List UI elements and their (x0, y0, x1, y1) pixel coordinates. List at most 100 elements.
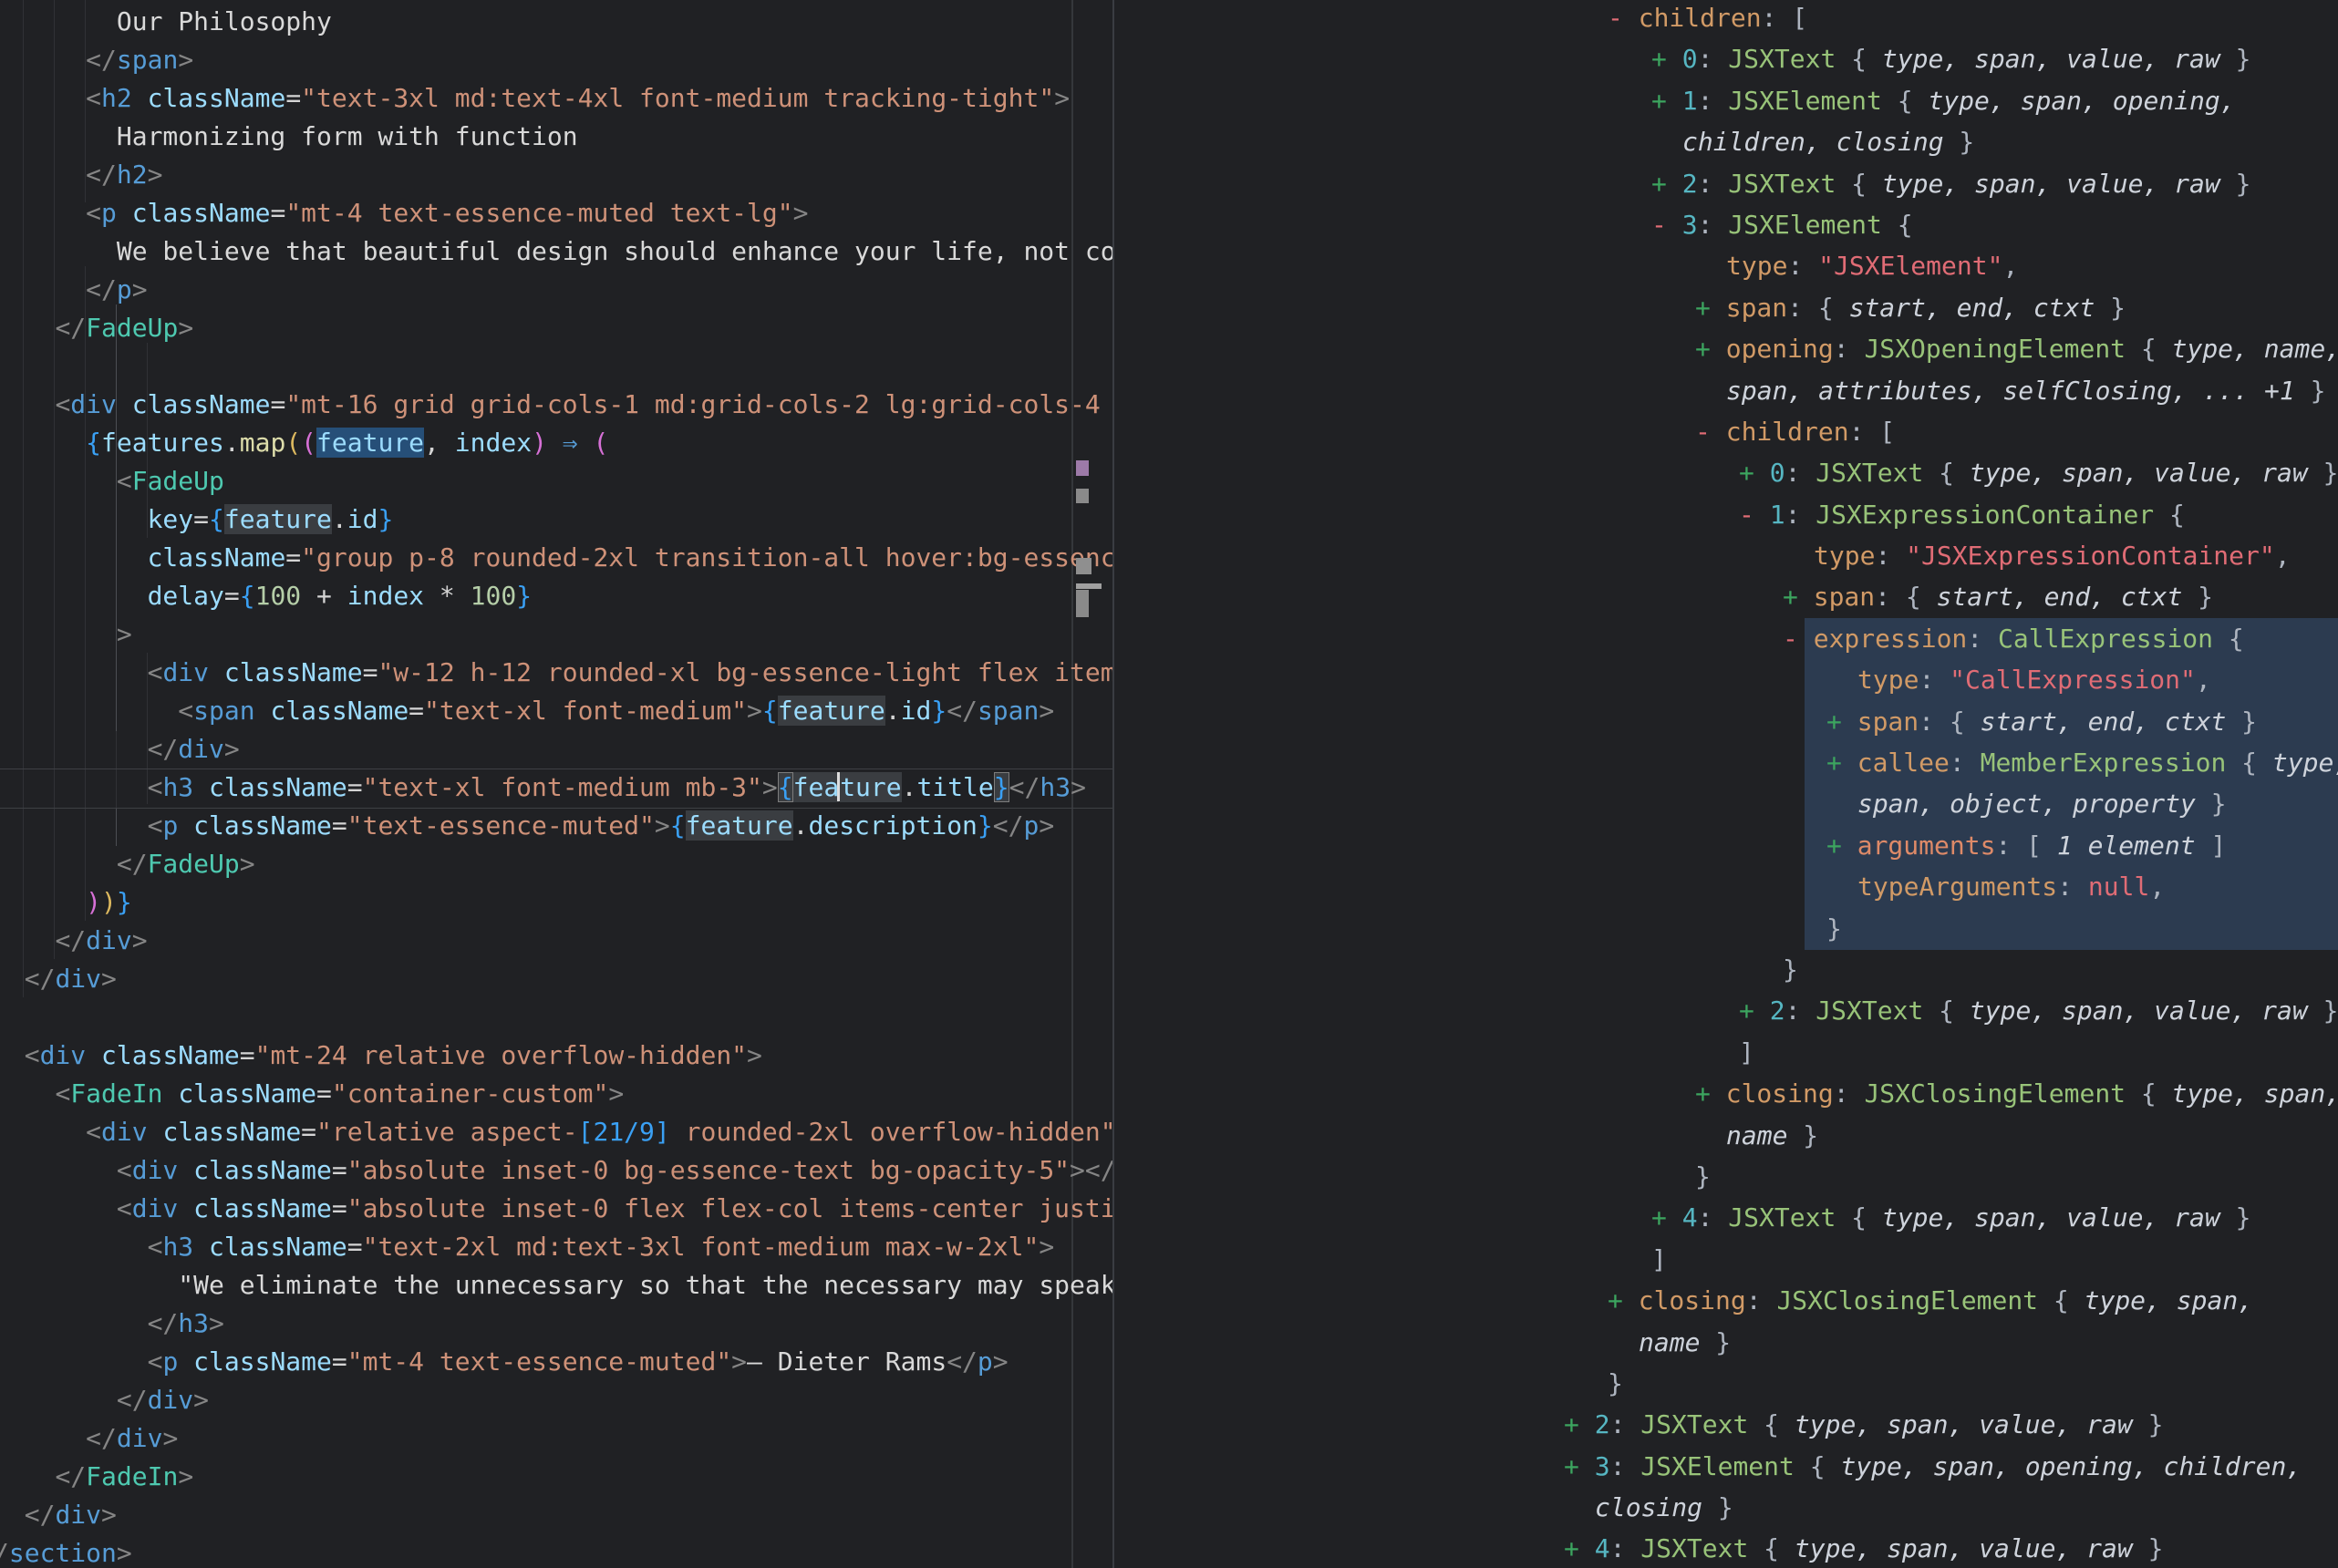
code-line[interactable]: <h2 className="text-3xl md:text-4xl font… (0, 79, 1112, 118)
code-line[interactable]: <h3 className="text-xl font-medium mb-3"… (0, 769, 1112, 807)
expand-node-icon[interactable]: + (1564, 1409, 1595, 1439)
expand-node-icon[interactable]: + (1739, 458, 1770, 488)
code-line[interactable]: Our Philosophy (0, 3, 1112, 41)
ast-line[interactable]: + 2: JSXText { type, span, value, raw } (1114, 990, 2338, 1031)
code-line[interactable]: </span> (0, 41, 1112, 79)
ast-line[interactable]: span, attributes, selfClosing, ... +1 } (1114, 370, 2338, 411)
ast-line[interactable]: } (1114, 1363, 2338, 1404)
expand-node-icon[interactable]: + (1695, 293, 1726, 323)
code-line[interactable]: </div> (0, 1419, 1112, 1458)
expand-node-icon[interactable]: + (1651, 86, 1682, 116)
code-line[interactable]: /section> (0, 1534, 1112, 1568)
code-line[interactable]: <div className="relative aspect-[21/9] r… (0, 1113, 1112, 1151)
expand-node-icon[interactable]: + (1564, 1533, 1595, 1563)
expand-node-icon[interactable]: + (1695, 1078, 1726, 1109)
code-line[interactable]: className="group p-8 rounded-2xl transit… (0, 539, 1112, 577)
ast-line[interactable]: } (1114, 949, 2338, 990)
code-line[interactable]: <h3 className="text-2xl md:text-3xl font… (0, 1228, 1112, 1266)
ast-line[interactable]: + arguments: [ 1 element ] (1114, 825, 2338, 866)
ast-line[interactable]: ] (1114, 1032, 2338, 1073)
code-line[interactable]: Harmonizing form with function (0, 118, 1112, 156)
ast-line[interactable]: children, closing } (1114, 121, 2338, 162)
code-line[interactable]: <div className="absolute inset-0 bg-esse… (0, 1151, 1112, 1190)
ast-line[interactable]: + span: { start, end, ctxt } (1114, 576, 2338, 617)
code-line[interactable]: <p className="text-essence-muted">{featu… (0, 807, 1112, 845)
ast-line[interactable]: type: "CallExpression", (1114, 659, 2338, 700)
ast-line[interactable]: - children: [ (1114, 411, 2338, 452)
ast-line[interactable]: + 2: JSXText { type, span, value, raw } (1114, 163, 2338, 204)
ast-line[interactable]: - 3: JSXElement { (1114, 204, 2338, 245)
code-editor-pane[interactable]: Our Philosophy </span> <h2 className="te… (0, 0, 1112, 1568)
collapse-node-icon[interactable]: - (1739, 500, 1770, 530)
code-line[interactable]: > (0, 615, 1112, 654)
ast-line[interactable]: span, object, property } (1114, 783, 2338, 824)
ast-line[interactable]: + 3: JSXElement { type, span, opening, c… (1114, 1446, 2338, 1487)
code-line[interactable]: We believe that beautiful design should … (0, 232, 1112, 271)
ast-tree-panel[interactable]: - children: [+ 0: JSXText { type, span, … (1112, 0, 2338, 1568)
ast-line[interactable]: typeArguments: null, (1114, 866, 2338, 907)
expand-node-icon[interactable]: + (1564, 1451, 1595, 1481)
ast-line[interactable]: } (1114, 1156, 2338, 1197)
code-line[interactable]: {features.map((feature, index) ⇒ ( (0, 424, 1112, 462)
code-line[interactable]: ))} (0, 883, 1112, 922)
ast-line[interactable]: + span: { start, end, ctxt } (1114, 287, 2338, 328)
ast-line[interactable]: - children: [ (1114, 0, 2338, 38)
expand-node-icon[interactable]: + (1826, 748, 1857, 778)
expand-node-icon[interactable]: + (1651, 1202, 1682, 1233)
ast-line[interactable]: + span: { start, end, ctxt } (1114, 701, 2338, 742)
ast-line[interactable]: type: "JSXElement", (1114, 245, 2338, 286)
code-line[interactable] (0, 998, 1112, 1037)
code-line[interactable]: delay={100 + index * 100} (0, 577, 1112, 615)
code-line[interactable]: <FadeIn className="container-custom"> (0, 1075, 1112, 1113)
expand-node-icon[interactable]: + (1739, 995, 1770, 1026)
code-line[interactable]: key={feature.id} (0, 500, 1112, 539)
code-line[interactable]: <p className="mt-4 text-essence-muted">—… (0, 1343, 1112, 1381)
expand-node-icon[interactable]: + (1783, 582, 1814, 612)
code-line[interactable]: </h2> (0, 156, 1112, 194)
code-line[interactable]: </h3> (0, 1305, 1112, 1343)
code-line[interactable]: </div> (0, 922, 1112, 960)
code-line[interactable] (0, 347, 1112, 386)
ast-line[interactable]: type: "JSXExpressionContainer", (1114, 535, 2338, 576)
expand-node-icon[interactable]: + (1826, 830, 1857, 861)
expand-node-icon[interactable]: + (1651, 44, 1682, 74)
ast-line[interactable]: } (1114, 908, 2338, 949)
ast-line[interactable]: + 0: JSXText { type, span, value, raw } (1114, 452, 2338, 493)
code-line[interactable]: </div> (0, 1381, 1112, 1419)
ast-line[interactable]: + 4: JSXText { type, span, value, raw } (1114, 1528, 2338, 1568)
expand-node-icon[interactable]: + (1826, 707, 1857, 737)
ast-line[interactable]: - expression: CallExpression { (1114, 618, 2338, 659)
code-line[interactable]: <div className="w-12 h-12 rounded-xl bg-… (0, 654, 1112, 692)
code-line[interactable]: <div className="absolute inset-0 flex fl… (0, 1190, 1112, 1228)
code-line[interactable]: </div> (0, 730, 1112, 769)
code-line[interactable]: "We eliminate the unnecessary so that th… (0, 1266, 1112, 1305)
collapse-node-icon[interactable]: - (1651, 210, 1682, 240)
code-line[interactable]: </p> (0, 271, 1112, 309)
ast-line[interactable]: + closing: JSXClosingElement { type, spa… (1114, 1280, 2338, 1321)
ast-line[interactable]: ] (1114, 1239, 2338, 1280)
ast-line[interactable]: - 1: JSXExpressionContainer { (1114, 494, 2338, 535)
expand-node-icon[interactable]: + (1651, 169, 1682, 199)
ast-line[interactable]: + 1: JSXElement { type, span, opening, (1114, 80, 2338, 121)
collapse-node-icon[interactable]: - (1783, 624, 1814, 654)
collapse-node-icon[interactable]: - (1608, 3, 1639, 33)
code-line[interactable]: <FadeUp (0, 462, 1112, 500)
ast-line[interactable]: + opening: JSXOpeningElement { type, nam… (1114, 328, 2338, 369)
code-line[interactable]: </FadeIn> (0, 1458, 1112, 1496)
ast-line[interactable]: name } (1114, 1115, 2338, 1156)
code-line[interactable]: <p className="mt-4 text-essence-muted te… (0, 194, 1112, 232)
expand-node-icon[interactable]: + (1608, 1285, 1639, 1315)
code-line[interactable]: </FadeUp> (0, 845, 1112, 883)
ast-line[interactable]: name } (1114, 1322, 2338, 1363)
code-line[interactable]: </FadeUp> (0, 309, 1112, 347)
ast-line[interactable]: + closing: JSXClosingElement { type, spa… (1114, 1073, 2338, 1114)
code-line[interactable]: </div> (0, 960, 1112, 998)
code-line[interactable]: </div> (0, 1496, 1112, 1534)
ast-line[interactable]: + callee: MemberExpression { type, (1114, 742, 2338, 783)
ast-line[interactable]: closing } (1114, 1487, 2338, 1528)
collapse-node-icon[interactable]: - (1695, 417, 1726, 447)
ast-line[interactable]: + 0: JSXText { type, span, value, raw } (1114, 38, 2338, 79)
code-line[interactable]: <div className="mt-16 grid grid-cols-1 m… (0, 386, 1112, 424)
ast-line[interactable]: + 4: JSXText { type, span, value, raw } (1114, 1197, 2338, 1238)
code-line[interactable]: <span className="text-xl font-medium">{f… (0, 692, 1112, 730)
